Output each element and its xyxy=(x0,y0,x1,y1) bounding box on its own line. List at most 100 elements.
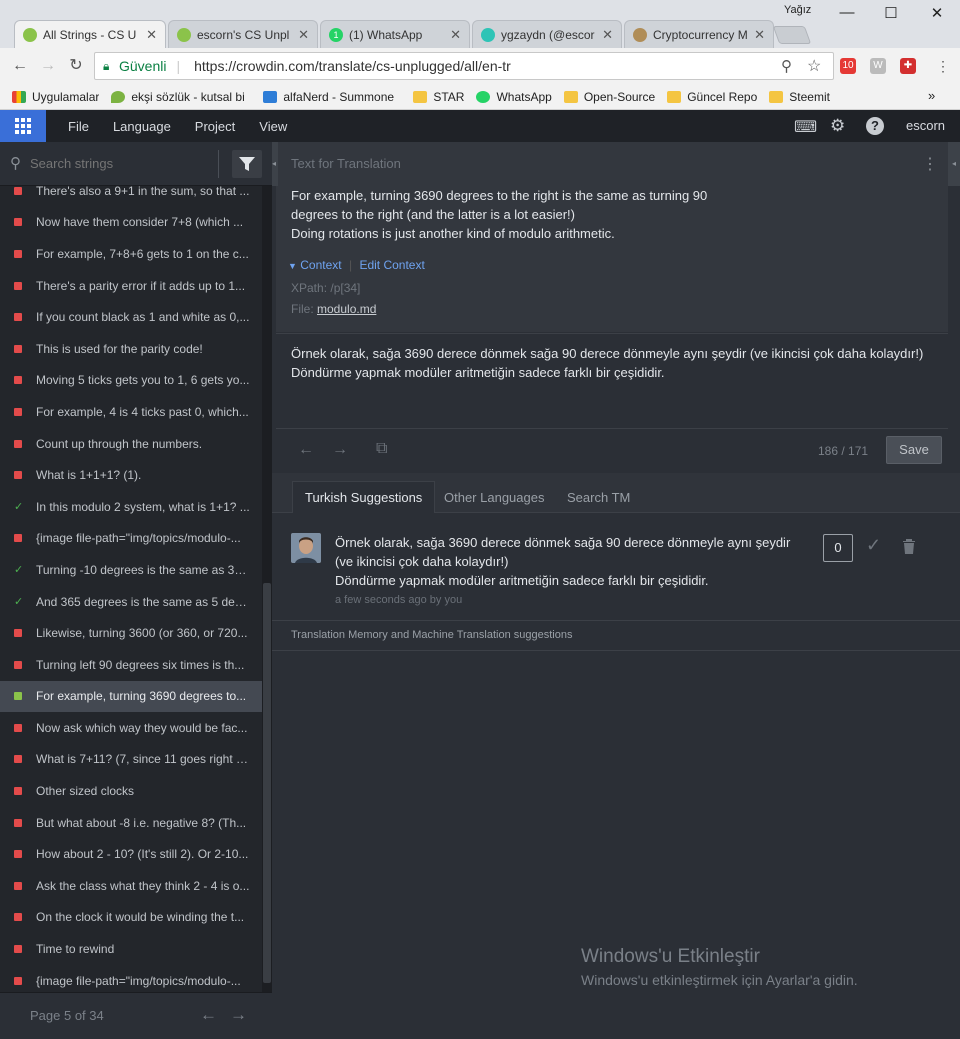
bookmark-star[interactable]: STAR xyxy=(413,90,464,104)
list-item[interactable]: For example, 7+8+6 gets to 1 on the c... xyxy=(0,238,262,270)
context-toggle[interactable]: Context xyxy=(300,258,341,272)
string-text: In this modulo 2 system, what is 1+1? ..… xyxy=(36,499,250,514)
tab-close-icon[interactable]: ✕ xyxy=(298,27,309,43)
browser-tab-whatsapp[interactable]: 1 (1) WhatsApp ✕ xyxy=(320,20,470,48)
bookmark-whatsapp[interactable]: WhatsApp xyxy=(476,90,552,104)
browser-tab-crypto[interactable]: Cryptocurrency M ✕ xyxy=(624,20,774,48)
string-text: What is 1+1+1? (1). xyxy=(36,468,142,483)
bookmark-steemit[interactable]: Steemit xyxy=(769,90,830,104)
menu-file[interactable]: File xyxy=(68,119,89,134)
list-item[interactable]: Now have them consider 7+8 (which ... xyxy=(0,207,262,239)
list-item[interactable]: For example, 4 is 4 ticks past 0, which.… xyxy=(0,396,262,428)
translation-editor[interactable]: Örnek olarak, sağa 3690 derece dönmek sa… xyxy=(291,344,941,382)
browser-tab-twitter[interactable]: ygzaydn (@escor ✕ xyxy=(472,20,622,48)
username[interactable]: escorn xyxy=(906,118,945,133)
list-item[interactable]: There's a parity error if it adds up to … xyxy=(0,270,262,302)
bookmark-open-source[interactable]: Open-Source xyxy=(563,90,655,104)
next-string-icon[interactable]: → xyxy=(332,441,348,459)
collapse-left-icon[interactable]: ◂ xyxy=(272,142,278,186)
reload-icon[interactable]: ↻ xyxy=(66,56,86,76)
tab-close-icon[interactable]: ✕ xyxy=(450,27,461,43)
wordpress-extension-icon[interactable]: W xyxy=(870,58,886,74)
more-options-icon[interactable]: ⋮ xyxy=(922,154,938,174)
suggestion-text[interactable]: Örnek olarak, sağa 3690 derece dönmek sa… xyxy=(335,533,805,590)
list-item[interactable]: On the clock it would be winding the t..… xyxy=(0,902,262,934)
help-icon[interactable]: ? xyxy=(866,117,884,135)
bookmarks-more-button[interactable]: » xyxy=(928,88,935,103)
tab-turkish-suggestions[interactable]: Turkish Suggestions xyxy=(292,481,436,513)
list-item[interactable]: For example, turning 3690 degrees to... xyxy=(0,680,262,713)
bookmark-alfanerd[interactable]: alfaNerd - Summone xyxy=(263,90,401,104)
list-item[interactable]: ✓ In this modulo 2 system, what is 1+1? .… xyxy=(0,491,262,523)
url-text[interactable]: https://crowdin.com/translate/cs-unplugg… xyxy=(194,58,511,74)
list-item[interactable]: This is used for the parity code! xyxy=(0,333,262,365)
save-button[interactable]: Save xyxy=(886,436,942,464)
browser-user-name[interactable]: Yağız xyxy=(784,4,811,16)
file-link[interactable]: modulo.md xyxy=(317,302,376,316)
minimize-icon[interactable]: — xyxy=(835,4,859,21)
copy-source-icon[interactable]: ⧉ xyxy=(376,440,387,458)
previous-string-icon[interactable]: ← xyxy=(298,441,314,459)
omnibox[interactable]: 🔒︎ Güvenli | https://crowdin.com/transla… xyxy=(94,52,834,80)
delete-trash-icon[interactable] xyxy=(902,538,916,557)
edit-context-link[interactable]: Edit Context xyxy=(359,258,424,272)
apps-grid-button[interactable] xyxy=(0,110,46,142)
adblock-extension-icon[interactable]: 10 xyxy=(840,58,856,74)
menu-project[interactable]: Project xyxy=(195,119,235,134)
scrollbar-thumb[interactable] xyxy=(263,583,271,983)
tab-close-icon[interactable]: ✕ xyxy=(602,27,613,43)
browser-tab-escorn[interactable]: escorn's CS Unpl ✕ xyxy=(168,20,318,48)
string-text: Now ask which way they would be fac... xyxy=(36,720,248,735)
next-page-icon[interactable]: → xyxy=(230,1005,247,1025)
back-icon[interactable]: ← xyxy=(10,56,30,76)
list-item[interactable]: There's also a 9+1 in the sum, so that .… xyxy=(0,186,262,207)
extension-icon[interactable]: ✚ xyxy=(900,58,916,74)
list-item[interactable]: But what about -8 i.e. negative 8? (Th..… xyxy=(0,807,262,839)
tab-close-icon[interactable]: ✕ xyxy=(146,27,157,43)
forward-icon[interactable]: → xyxy=(38,56,58,76)
list-item[interactable]: Moving 5 ticks gets you to 1, 6 gets yo.… xyxy=(0,365,262,397)
list-item[interactable]: ✓ Turning -10 degrees is the same as 35..… xyxy=(0,554,262,586)
keyboard-icon[interactable]: ⌨ xyxy=(794,117,817,137)
list-item[interactable]: What is 1+1+1? (1). xyxy=(0,459,262,491)
list-item[interactable]: Time to rewind xyxy=(0,933,262,965)
list-item[interactable]: Count up through the numbers. xyxy=(0,428,262,460)
list-item[interactable]: {image file-path="img/topics/modulo-... xyxy=(0,523,262,555)
list-item[interactable]: Likewise, turning 3600 (or 360, or 720..… xyxy=(0,617,262,649)
list-item[interactable]: Now ask which way they would be fac... xyxy=(0,712,262,744)
bookmark-star-icon[interactable]: ☆ xyxy=(807,56,821,76)
bookmark-eksi[interactable]: ekşi sözlük - kutsal bi xyxy=(111,90,251,104)
list-item[interactable]: Ask the class what they think 2 - 4 is o… xyxy=(0,870,262,902)
bookmark-guncel-repo[interactable]: Güncel Repo xyxy=(667,90,757,104)
list-item[interactable]: If you count black as 1 and white as 0,.… xyxy=(0,301,262,333)
untranslated-status-icon xyxy=(14,281,22,290)
list-item[interactable]: How about 2 - 10? (It's still 2). Or 2-1… xyxy=(0,838,262,870)
close-window-icon[interactable]: ✕ xyxy=(925,4,949,22)
menu-view[interactable]: View xyxy=(259,119,287,134)
list-item[interactable]: {image file-path="img/topics/modulo-... xyxy=(0,965,262,992)
browser-tab-all-strings[interactable]: All Strings - CS U ✕ xyxy=(14,20,166,48)
search-strings-input[interactable] xyxy=(30,150,214,176)
string-text: There's a parity error if it adds up to … xyxy=(36,278,246,293)
list-item[interactable]: ✓ And 365 degrees is the same as 5 deg... xyxy=(0,586,262,618)
maximize-icon[interactable]: ☐ xyxy=(879,4,903,22)
list-item[interactable]: Turning left 90 degrees six times is th.… xyxy=(0,649,262,681)
settings-gear-icon[interactable]: ⚙ xyxy=(830,116,845,136)
prev-page-icon[interactable]: ← xyxy=(200,1005,217,1025)
untranslated-status-icon xyxy=(14,976,22,985)
collapse-right-icon[interactable]: ◂ xyxy=(948,142,960,186)
folder-icon xyxy=(563,90,578,103)
list-item[interactable]: Other sized clocks xyxy=(0,775,262,807)
approve-check-icon[interactable]: ✓ xyxy=(866,535,881,556)
tab-close-icon[interactable]: ✕ xyxy=(754,27,765,43)
filter-button[interactable] xyxy=(232,150,262,178)
tab-search-tm[interactable]: Search TM xyxy=(555,481,642,513)
menu-language[interactable]: Language xyxy=(113,119,171,134)
tab-other-languages[interactable]: Other Languages xyxy=(432,481,556,513)
new-tab-button[interactable] xyxy=(772,26,812,44)
browser-menu-icon[interactable]: ⋮ xyxy=(936,58,950,75)
zoom-icon[interactable]: ⚲ xyxy=(781,57,792,75)
bookmark-apps[interactable]: Uygulamalar xyxy=(12,90,99,104)
suggestion-line: Örnek olarak, sağa 3690 derece dönmek sa… xyxy=(335,535,791,550)
list-item[interactable]: What is 7+11? (7, since 11 goes right a.… xyxy=(0,744,262,776)
